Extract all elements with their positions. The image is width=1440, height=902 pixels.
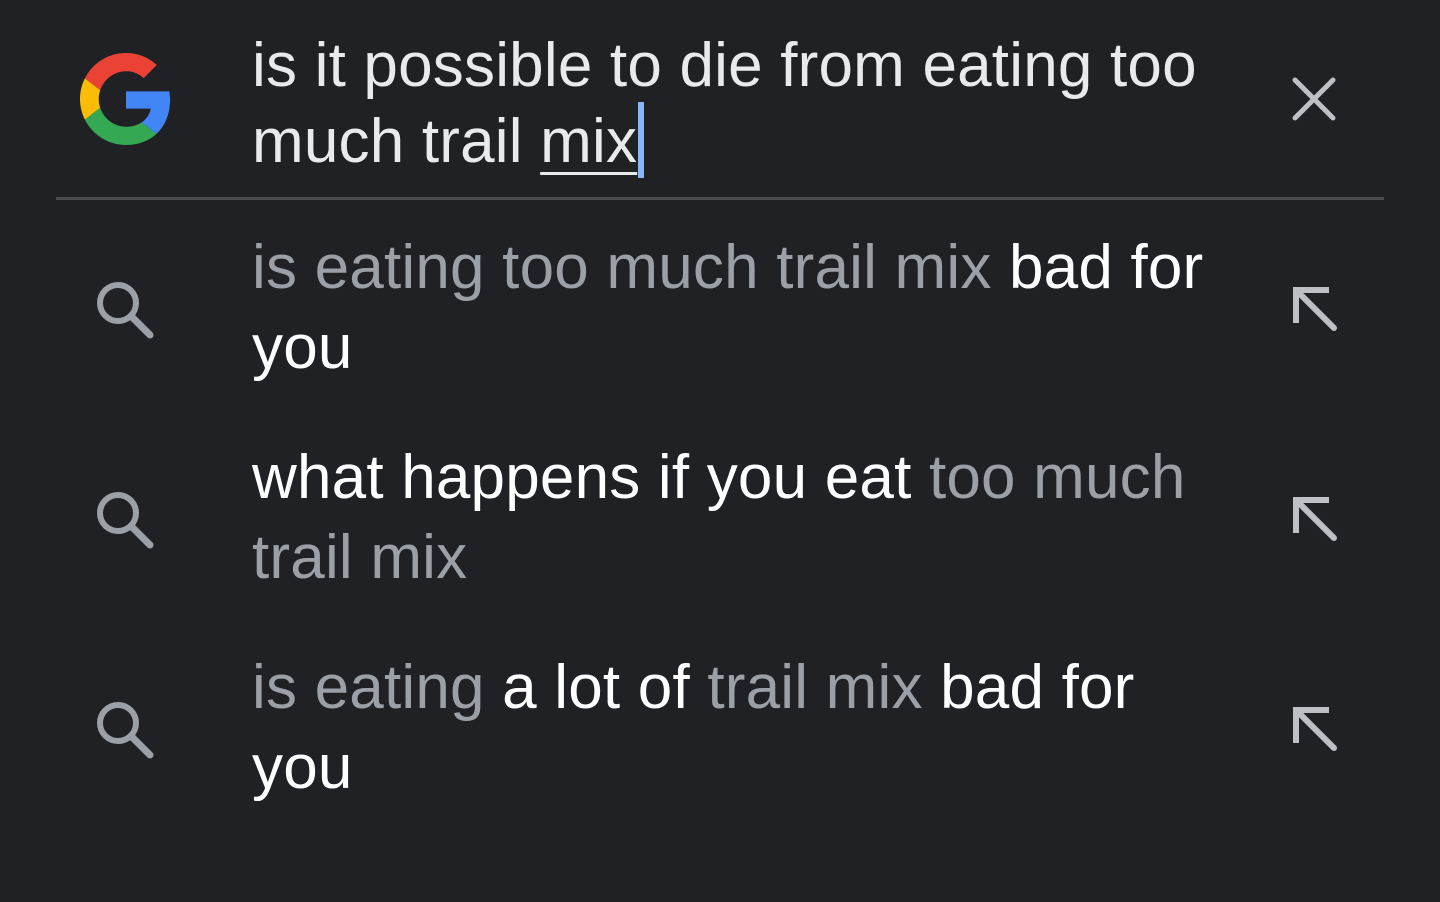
suggestion-segment: is eating too much trail mix	[252, 233, 1009, 302]
search-screen: is it possible to die from eating too mu…	[0, 0, 1440, 902]
search-bar[interactable]: is it possible to die from eating too mu…	[0, 0, 1440, 198]
search-input[interactable]: is it possible to die from eating too mu…	[252, 30, 1242, 178]
query-last-word: mix	[540, 107, 638, 176]
search-icon	[97, 282, 154, 339]
arrow-up-left-icon[interactable]	[1284, 278, 1346, 340]
arrow-up-left-icon[interactable]	[1284, 698, 1346, 760]
suggestion-item[interactable]: is eating too much trail mix bad for you	[0, 220, 1440, 430]
suggestion-item[interactable]: is eating a lot of trail mix bad for you	[0, 640, 1440, 850]
text-caret	[638, 102, 645, 178]
suggestion-item[interactable]: what happens if you eat too much trail m…	[0, 430, 1440, 640]
suggestion-text: what happens if you eat too much trail m…	[252, 438, 1242, 598]
suggestion-segment: trail mix	[707, 653, 941, 722]
suggestion-segment: what happens if you eat	[252, 443, 929, 512]
search-icon	[97, 702, 154, 759]
query-text: is it possible to die from eating too mu…	[252, 31, 1197, 176]
divider	[56, 197, 1384, 200]
arrow-up-left-icon[interactable]	[1284, 488, 1346, 550]
suggestion-segment: is eating	[252, 653, 503, 722]
google-g-logo	[80, 53, 171, 145]
close-icon[interactable]	[1276, 66, 1352, 132]
search-icon	[97, 492, 154, 549]
suggestion-segment: a lot of	[502, 653, 708, 722]
suggestion-text: is eating a lot of trail mix bad for you	[252, 648, 1242, 808]
suggestion-text: is eating too much trail mix bad for you	[252, 228, 1242, 388]
